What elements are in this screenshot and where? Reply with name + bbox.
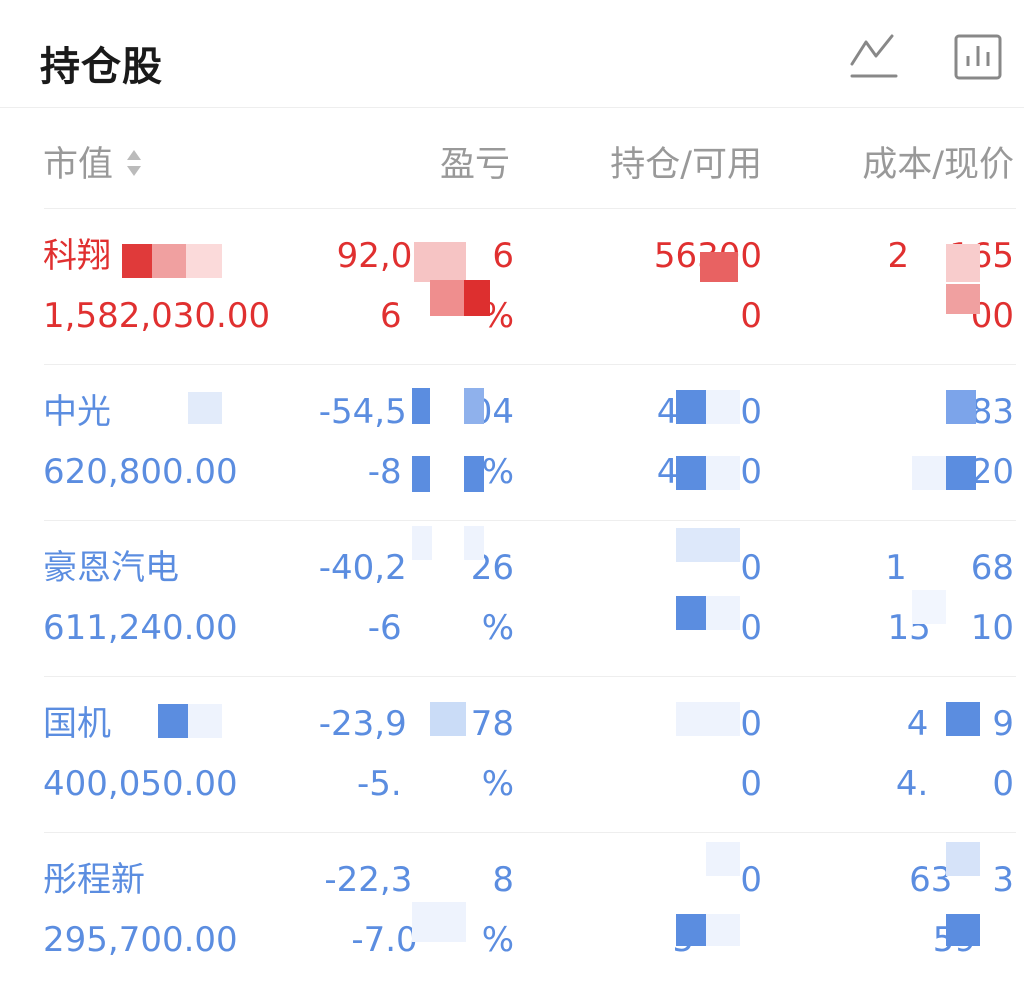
page-title: 持仓股 <box>40 44 163 90</box>
privacy-mosaic <box>676 456 706 490</box>
table-row[interactable]: 中光 620,800.00 -54,5 04 -8% 40 40 83 20 <box>0 364 1024 520</box>
privacy-mosaic <box>706 390 740 424</box>
privacy-mosaic <box>188 392 222 424</box>
privacy-mosaic <box>464 388 484 424</box>
profit-loss-amount: -23,9 78 <box>318 704 514 744</box>
privacy-mosaic <box>912 456 946 490</box>
profit-loss-percent: -8% <box>367 452 514 492</box>
market-value: 1,582,030.00 <box>43 296 271 336</box>
privacy-mosaic <box>700 252 738 282</box>
privacy-mosaic <box>946 702 980 736</box>
sort-icon[interactable] <box>124 146 144 180</box>
available-quantity: 0 <box>740 764 762 804</box>
privacy-mosaic <box>412 526 432 560</box>
privacy-mosaic <box>412 388 430 424</box>
privacy-mosaic <box>430 280 464 316</box>
privacy-mosaic <box>676 702 740 736</box>
table-row[interactable]: 科翔 1,582,030.00 92,06 6% 56300 0 2165 00 <box>0 208 1024 364</box>
market-value: 295,700.00 <box>43 920 238 960</box>
privacy-mosaic <box>676 390 706 424</box>
privacy-mosaic <box>412 456 430 492</box>
table-row[interactable]: 彤程新 295,700.00 -22,38 -7.0% 0 5 633 59 <box>0 832 1024 988</box>
privacy-mosaic <box>122 244 152 278</box>
stock-name: 科翔 <box>43 236 111 276</box>
bar-chart-icon[interactable] <box>952 32 1008 82</box>
privacy-mosaic <box>946 914 980 946</box>
privacy-mosaic <box>158 704 188 738</box>
privacy-mosaic <box>912 590 946 624</box>
holding-quantity: 0 <box>740 704 762 744</box>
table-row[interactable]: 豪恩汽电 611,240.00 -40,2 26 -6% 0 0 1 68 15 10 <box>0 520 1024 676</box>
privacy-mosaic <box>706 842 740 876</box>
market-value: 611,240.00 <box>43 608 238 648</box>
privacy-mosaic <box>464 280 490 316</box>
privacy-mosaic <box>676 914 706 946</box>
privacy-mosaic <box>412 902 466 942</box>
privacy-mosaic <box>946 842 980 876</box>
privacy-mosaic <box>706 596 740 630</box>
profit-loss-percent: -5.% <box>356 764 514 804</box>
profit-loss-amount: -22,3 8 <box>324 860 514 900</box>
column-header-cost-price: 成本/现价 <box>862 145 1014 185</box>
profit-loss-percent: -6% <box>367 608 514 648</box>
privacy-mosaic <box>706 914 740 946</box>
available-quantity: 0 <box>740 608 762 648</box>
privacy-mosaic <box>676 528 740 562</box>
privacy-mosaic <box>946 456 976 490</box>
privacy-mosaic <box>188 704 222 738</box>
privacy-mosaic <box>946 284 980 314</box>
current-price: 20 <box>970 452 1014 492</box>
page-header: 持仓股 <box>0 0 1024 108</box>
holding-quantity: 0 <box>740 860 762 900</box>
privacy-mosaic <box>706 456 740 490</box>
market-value: 400,050.00 <box>43 764 238 804</box>
privacy-mosaic <box>946 244 980 282</box>
row-divider <box>44 364 1016 365</box>
cost-price: 83 <box>970 392 1014 432</box>
market-value: 620,800.00 <box>43 452 238 492</box>
privacy-mosaic <box>152 244 186 278</box>
privacy-mosaic <box>414 242 466 282</box>
stock-name: 国机 <box>43 704 111 744</box>
row-divider <box>44 520 1016 521</box>
stock-name: 彤程新 <box>43 860 145 900</box>
row-divider <box>44 832 1016 833</box>
privacy-mosaic <box>464 456 484 492</box>
available-quantity: 0 <box>740 296 762 336</box>
column-header-holding-available: 持仓/可用 <box>610 145 762 185</box>
column-header-market-value[interactable]: 市值 <box>43 136 113 187</box>
column-header-row: 市值 盈亏 持仓/可用 成本/现价 <box>0 130 1024 190</box>
row-divider <box>44 676 1016 677</box>
stock-name: 豪恩汽电 <box>43 548 179 588</box>
privacy-mosaic <box>430 702 466 736</box>
stock-name: 中光 <box>43 392 111 432</box>
row-divider <box>44 208 1016 209</box>
privacy-mosaic <box>464 526 484 560</box>
column-header-profit-loss: 盈亏 <box>439 145 510 185</box>
privacy-mosaic <box>946 390 976 424</box>
holding-quantity: 0 <box>740 548 762 588</box>
line-chart-icon[interactable] <box>848 32 904 82</box>
privacy-mosaic <box>186 244 222 278</box>
privacy-mosaic <box>676 596 706 630</box>
current-price: 15 10 <box>887 608 1014 648</box>
table-row[interactable]: 国机 400,050.00 -23,9 78 -5.% 0 0 49 4. 0 <box>0 676 1024 832</box>
current-price: 4. 0 <box>895 764 1014 804</box>
cost-price: 1 68 <box>885 548 1014 588</box>
